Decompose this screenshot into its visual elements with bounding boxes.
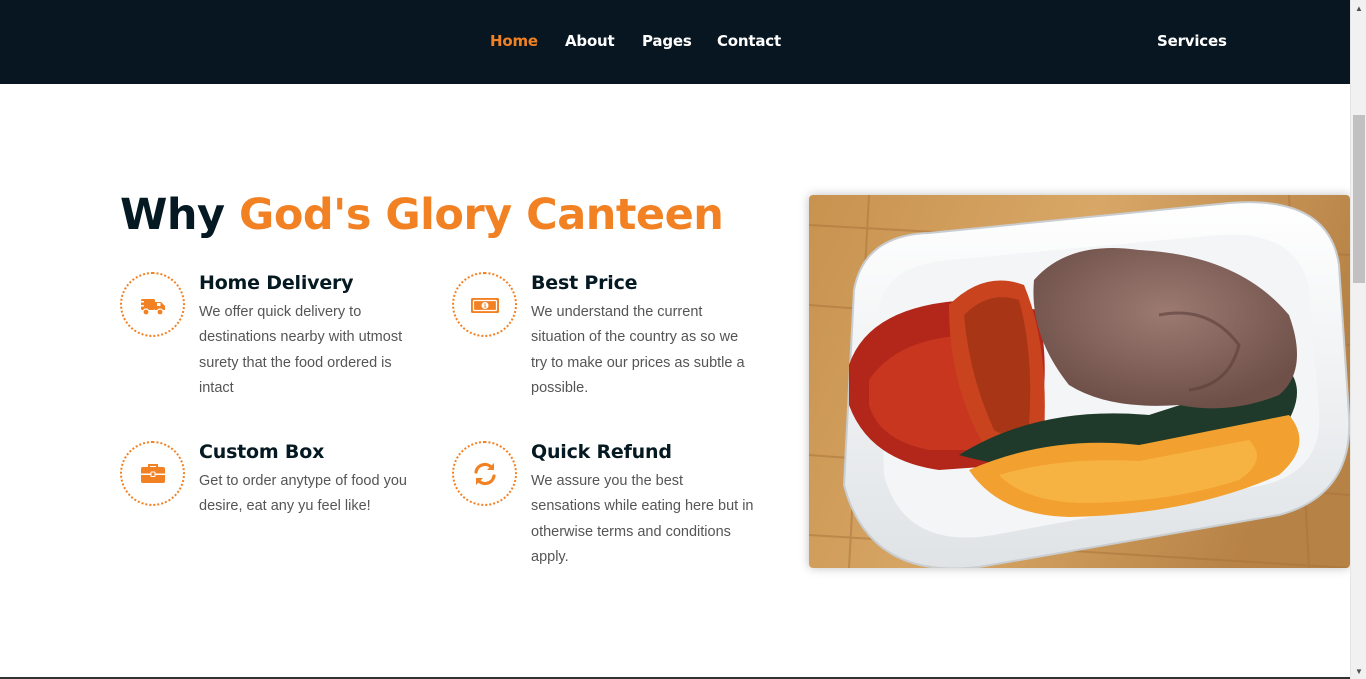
- feature-description: We offer quick delivery to destinations …: [199, 304, 403, 396]
- feature-description: We assure you the best sensations while …: [531, 473, 754, 565]
- feature-description: We understand the current situation of t…: [531, 304, 745, 396]
- top-navbar: Home About Pages Contact Services: [0, 0, 1350, 84]
- feature-heading: Home Delivery: [199, 272, 354, 294]
- feature-heading: Best Price: [531, 272, 638, 294]
- section-title-prefix: Why: [120, 190, 240, 240]
- nav-services-link[interactable]: Services: [1157, 32, 1227, 50]
- feature-heading: Quick Refund: [531, 441, 672, 463]
- nav-pages-link[interactable]: Pages: [642, 32, 692, 50]
- svg-text:1: 1: [483, 303, 487, 309]
- refresh-icon: [452, 441, 517, 506]
- nav-contact-link[interactable]: Contact: [717, 32, 781, 50]
- money-bill-icon: 1: [452, 272, 517, 337]
- feature-heading: Custom Box: [199, 441, 325, 463]
- nav-about-link[interactable]: About: [565, 32, 615, 50]
- scroll-down-arrow-icon[interactable]: ▼: [1351, 663, 1366, 679]
- feature-description: Get to order anytype of food you desire,…: [199, 473, 407, 515]
- food-photo: [809, 195, 1350, 568]
- scroll-up-arrow-icon[interactable]: ▲: [1351, 0, 1366, 16]
- section-title-accent: God's Glory Canteen: [239, 190, 724, 240]
- nav-home-link[interactable]: Home: [490, 32, 538, 50]
- briefcase-icon: [120, 441, 185, 506]
- page-scrollbar[interactable]: ▲ ▼: [1350, 0, 1366, 679]
- delivery-truck-icon: [120, 272, 185, 337]
- scrollbar-thumb[interactable]: [1353, 115, 1365, 283]
- section-title: Why God's Glory Canteen: [120, 190, 724, 240]
